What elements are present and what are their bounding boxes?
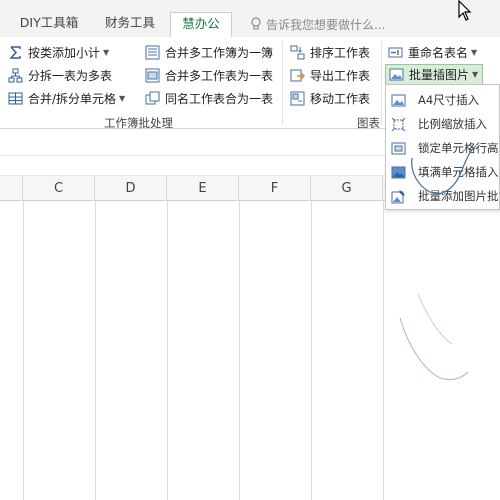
scale-icon (391, 117, 406, 131)
merge-worksheets-label: 合并多工作表为一表 (165, 68, 274, 83)
column-header-c[interactable]: C (23, 176, 95, 201)
grid-column-line (311, 201, 312, 500)
column-header-e[interactable]: E (167, 176, 239, 201)
add-subtotal-by-category-button[interactable]: 按类添加小计 ▼ (8, 42, 109, 62)
picture-icon (389, 68, 404, 81)
lightbulb-icon (251, 17, 261, 30)
menu-item-label: 批量添加图片批 (418, 189, 499, 203)
ribbon-tab-bar: DIY工具箱 财务工具 慧办公 告诉我您想要做什么... (0, 0, 500, 37)
group-separator (282, 41, 283, 125)
merge-split-cells-label: 合并/拆分单元格 (28, 91, 117, 106)
chevron-down-icon: ▼ (103, 47, 110, 57)
column-header-f[interactable]: F (239, 176, 311, 201)
export-icon (290, 69, 305, 81)
column-header-blank[interactable] (0, 176, 23, 201)
sort-icon (290, 45, 305, 59)
batch-insert-images-label: 批量插图片 (409, 68, 470, 82)
cell-lock-icon (391, 142, 406, 154)
menu-item-batch-add-comments[interactable]: 批量添加图片批 (386, 184, 499, 208)
org-chart-icon (8, 68, 23, 82)
add-subtotal-label: 按类添加小计 (28, 45, 101, 60)
merge-same-name-sheets-button[interactable]: 同名工作表合为一表 (145, 88, 273, 108)
sigma-icon (9, 45, 21, 59)
export-worksheet-button[interactable]: 导出工作表 (290, 65, 370, 85)
tab-finance-tools[interactable]: 财务工具 (94, 12, 166, 37)
rename-icon (388, 47, 403, 57)
menu-item-label: 锁定单元格行高 (418, 141, 499, 155)
merge-worksheets-button[interactable]: 合并多工作表为一表 (145, 65, 273, 85)
picture-icon (391, 94, 406, 106)
grid-column-line (383, 201, 384, 500)
chevron-down-icon: ▼ (472, 70, 479, 79)
export-worksheet-label: 导出工作表 (310, 68, 371, 83)
merge-split-cells-button[interactable]: 合并/拆分单元格 ▼ (8, 88, 125, 108)
split-table-button[interactable]: 分拆一表为多表 (8, 65, 112, 85)
sort-worksheets-button[interactable]: 排序工作表 (290, 42, 370, 62)
rename-sheets-label: 重命名表名 (408, 45, 469, 60)
worksheet-grid[interactable] (0, 201, 500, 500)
tell-me-box[interactable]: 告诉我您想要做什么... (250, 14, 385, 34)
chevron-down-icon: ▼ (471, 47, 478, 57)
workbook-icon (145, 45, 160, 59)
column-header-d[interactable]: D (95, 176, 167, 201)
move-worksheet-label: 移动工作表 (310, 91, 371, 106)
grid-column-line (95, 201, 96, 500)
menu-item-label: 比例缩放插入 (418, 117, 487, 131)
worksheet-icon (145, 68, 160, 82)
merge-workbooks-label: 合并多工作簿为一簿 (165, 45, 274, 60)
move-worksheet-button[interactable]: 移动工作表 (290, 88, 370, 108)
chevron-down-icon: ▼ (119, 93, 126, 103)
menu-item-proportional-insert[interactable]: 比例缩放插入 (386, 112, 499, 136)
merge-same-name-sheets-label: 同名工作表合为一表 (165, 91, 274, 106)
sort-worksheets-label: 排序工作表 (310, 45, 371, 60)
menu-item-lock-row-height[interactable]: 锁定单元格行高 (386, 136, 499, 160)
column-header-g[interactable]: G (311, 176, 383, 201)
comment-image-icon (391, 189, 405, 203)
rename-sheets-button[interactable]: 重命名表名 ▼ (388, 42, 477, 62)
mouse-pointer-icon (458, 0, 472, 21)
split-table-label: 分拆一表为多表 (28, 68, 113, 83)
tab-diy-toolbox[interactable]: DIY工具箱 (14, 12, 84, 37)
group-label-chart: 图表 (357, 116, 380, 130)
menu-item-a4-insert[interactable]: A4尺寸插入 (386, 88, 499, 112)
merge-workbooks-button[interactable]: 合并多工作簿为一簿 (145, 42, 273, 62)
table-grid-icon (8, 92, 23, 104)
grid-column-line (167, 201, 168, 500)
grid-column-line (239, 201, 240, 500)
menu-item-fill-cell-insert[interactable]: 填满单元格插入 (386, 160, 499, 184)
grid-column-line (23, 201, 24, 500)
menu-item-label: A4尺寸插入 (418, 93, 480, 107)
tab-hui-office[interactable]: 慧办公 (170, 12, 232, 37)
batch-insert-images-button[interactable]: 批量插图片 ▼ (385, 64, 484, 85)
fill-cell-icon (391, 166, 406, 178)
menu-item-label: 填满单元格插入 (418, 165, 499, 179)
sheets-stack-icon (145, 91, 160, 104)
tell-me-text: 告诉我您想要做什么... (266, 17, 386, 32)
batch-insert-images-menu: A4尺寸插入 比例缩放插入 锁定单元格行高 填满单元格插入 批量添加图片批 (385, 84, 500, 210)
group-separator (381, 41, 382, 125)
move-sheet-icon (290, 91, 305, 105)
group-label-workbook-batch: 工作簿批处理 (104, 116, 173, 130)
